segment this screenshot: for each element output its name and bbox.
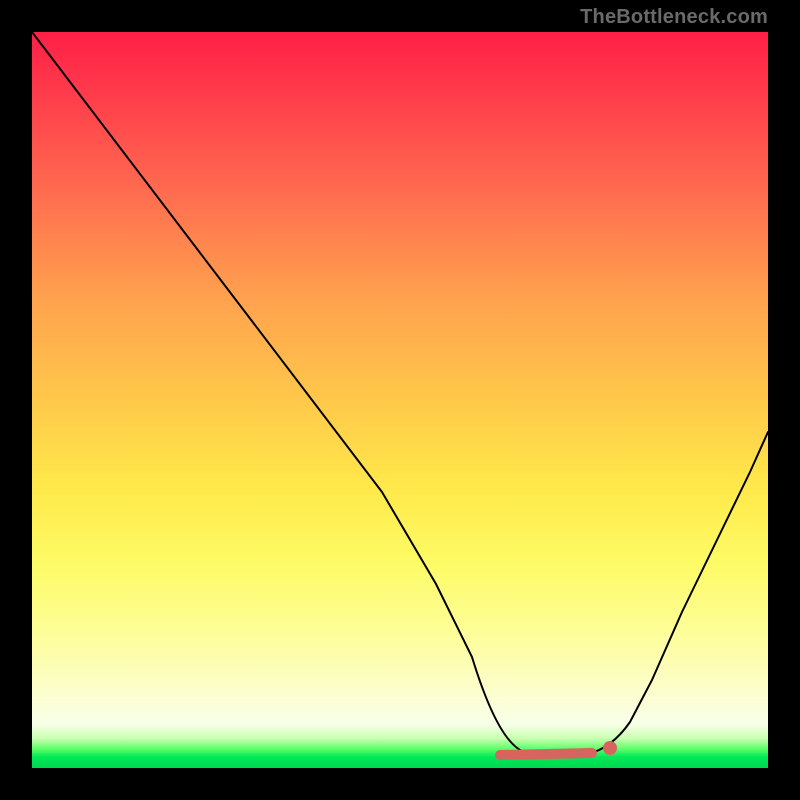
chart-frame: TheBottleneck.com: [0, 0, 800, 800]
optimal-end-dot-icon: [603, 741, 617, 755]
bottleneck-curve: [32, 32, 768, 756]
chart-svg: [32, 32, 768, 768]
chart-plot-area: [32, 32, 768, 768]
attribution-label: TheBottleneck.com: [580, 6, 768, 29]
optimal-range-segment: [500, 753, 592, 755]
